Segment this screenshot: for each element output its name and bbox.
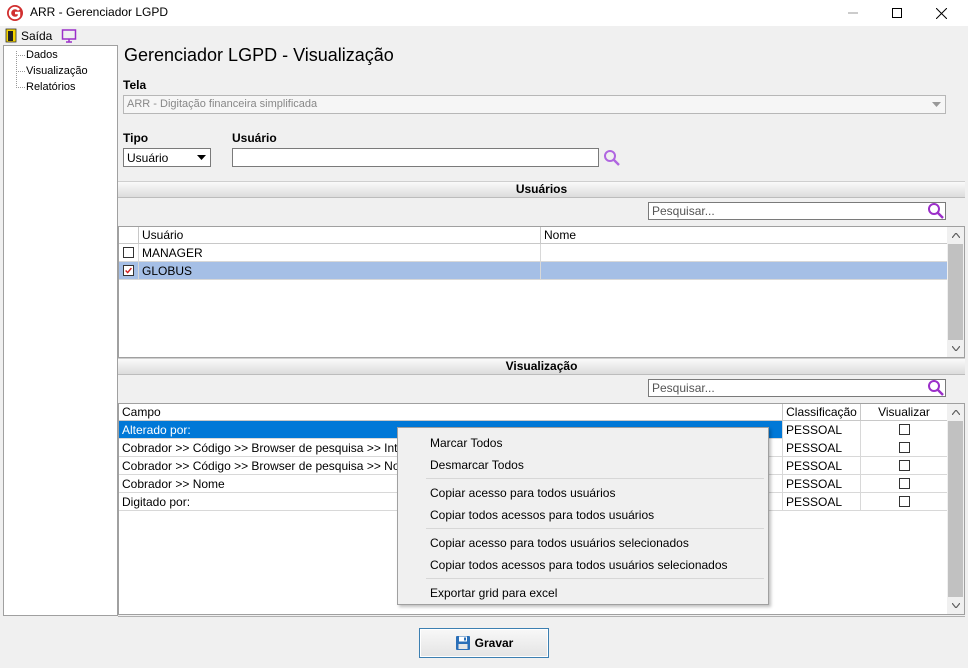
table-row-selected[interactable]: GLOBUS <box>119 262 948 280</box>
menu-item-select-all[interactable]: Marcar Todos <box>430 436 502 450</box>
classification-cell: PESSOAL <box>783 457 861 475</box>
footer-divider <box>118 616 965 617</box>
close-button[interactable] <box>918 0 964 26</box>
page-title: Gerenciador LGPD - Visualização <box>124 45 394 65</box>
tree-connector <box>16 51 17 88</box>
save-button[interactable]: Gravar <box>419 628 549 658</box>
monitor-icon[interactable] <box>61 28 77 44</box>
checked-checkbox-icon[interactable] <box>123 265 134 276</box>
grid-header-user[interactable]: Usuário <box>139 227 541 244</box>
maximize-button[interactable] <box>874 0 920 26</box>
name-cell <box>541 244 948 262</box>
scroll-down-icon[interactable] <box>947 597 964 614</box>
user-label: Usuário <box>232 131 277 145</box>
search-icon[interactable] <box>927 202 945 220</box>
floppy-disk-icon <box>455 636 470 650</box>
tree-connector <box>16 87 25 88</box>
menu-item-copy-all-access-selected-users[interactable]: Copiar todos acessos para todos usuários… <box>430 558 728 572</box>
menu-separator <box>426 478 764 479</box>
menu-separator <box>426 528 764 529</box>
grid-header-classification[interactable]: Classificação <box>783 404 861 421</box>
view-scrollbar[interactable] <box>947 404 964 614</box>
tree-item-relatorios[interactable]: Relatórios <box>26 81 76 93</box>
row-checkbox[interactable] <box>123 247 134 258</box>
tree-connector <box>16 55 25 56</box>
type-select[interactable]: Usuário <box>123 148 211 167</box>
name-cell <box>541 262 948 280</box>
grid-header-checkbox <box>119 227 139 244</box>
menu-separator <box>426 578 764 579</box>
user-input[interactable] <box>232 148 599 167</box>
users-section-header: Usuários <box>118 181 965 198</box>
maximize-icon <box>892 8 902 18</box>
view-checkbox-cell <box>861 493 948 511</box>
view-checkbox-cell <box>861 457 948 475</box>
view-checkbox[interactable] <box>899 496 910 507</box>
users-grid: Usuário Nome MANAGER GLOBUS <box>118 226 965 358</box>
type-label: Tipo <box>123 131 149 145</box>
scroll-up-icon[interactable] <box>947 227 964 244</box>
tree-item-dados[interactable]: Dados <box>26 49 58 61</box>
user-cell: GLOBUS <box>139 262 541 280</box>
classification-cell: PESSOAL <box>783 439 861 457</box>
chevron-down-icon[interactable] <box>193 149 210 166</box>
grid-header-name[interactable]: Nome <box>541 227 948 244</box>
minimize-icon <box>848 12 858 14</box>
scroll-down-icon[interactable] <box>947 340 964 357</box>
view-search-input[interactable]: Pesquisar... <box>648 379 946 397</box>
users-search-input[interactable]: Pesquisar... <box>648 202 946 220</box>
screen-select-value: ARR - Digitação financeira simplificada <box>127 98 318 110</box>
scroll-thumb[interactable] <box>948 244 963 340</box>
navigation-tree: Dados Visualização Relatórios <box>3 45 118 616</box>
exit-door-icon <box>5 28 17 43</box>
save-button-label: Gravar <box>474 636 514 650</box>
screen-label: Tela <box>123 78 147 92</box>
classification-cell: PESSOAL <box>783 421 861 439</box>
menu-item-deselect-all[interactable]: Desmarcar Todos <box>430 458 524 472</box>
view-section-header: Visualização <box>118 358 965 375</box>
row-checkbox-cell <box>119 262 139 280</box>
menu-item-copy-access-all-users[interactable]: Copiar acesso para todos usuários <box>430 486 615 500</box>
type-select-value: Usuário <box>127 151 169 165</box>
menu-item-copy-all-access-all-users[interactable]: Copiar todos acessos para todos usuários <box>430 508 654 522</box>
menu-item-export-excel[interactable]: Exportar grid para excel <box>430 586 557 600</box>
view-checkbox-cell <box>861 439 948 457</box>
search-icon[interactable] <box>927 379 945 397</box>
exit-menu-item[interactable]: Saída <box>21 29 52 43</box>
grid-header-view[interactable]: Visualizar <box>861 404 948 421</box>
close-icon <box>935 7 947 19</box>
view-checkbox[interactable] <box>899 424 910 435</box>
screen-select[interactable]: ARR - Digitação financeira simplificada <box>123 95 946 114</box>
classification-cell: PESSOAL <box>783 475 861 493</box>
menu-item-copy-access-selected-users[interactable]: Copiar acesso para todos usuários seleci… <box>430 536 689 550</box>
view-checkbox-cell <box>861 475 948 493</box>
view-checkbox[interactable] <box>899 478 910 489</box>
chevron-down-icon[interactable] <box>928 96 945 113</box>
minimize-button[interactable] <box>830 0 876 26</box>
table-row[interactable]: MANAGER <box>119 244 948 262</box>
scroll-up-icon[interactable] <box>947 404 964 421</box>
tree-connector <box>16 71 25 72</box>
search-icon[interactable] <box>603 149 621 167</box>
user-cell: MANAGER <box>139 244 541 262</box>
row-checkbox-cell <box>119 244 139 262</box>
view-checkbox-cell <box>861 421 948 439</box>
menu-bar: Saída <box>0 26 968 46</box>
scroll-thumb[interactable] <box>948 421 963 597</box>
window-title: ARR - Gerenciador LGPD <box>30 5 169 19</box>
classification-cell: PESSOAL <box>783 493 861 511</box>
title-bar: ARR - Gerenciador LGPD <box>0 0 968 26</box>
context-menu: Marcar Todos Desmarcar Todos Copiar aces… <box>397 427 769 605</box>
grid-header-field[interactable]: Campo <box>119 404 783 421</box>
users-scrollbar[interactable] <box>947 227 964 357</box>
view-checkbox[interactable] <box>899 442 910 453</box>
view-checkbox[interactable] <box>899 460 910 471</box>
app-logo-icon <box>7 5 23 21</box>
tree-item-visualizacao[interactable]: Visualização <box>26 65 88 77</box>
